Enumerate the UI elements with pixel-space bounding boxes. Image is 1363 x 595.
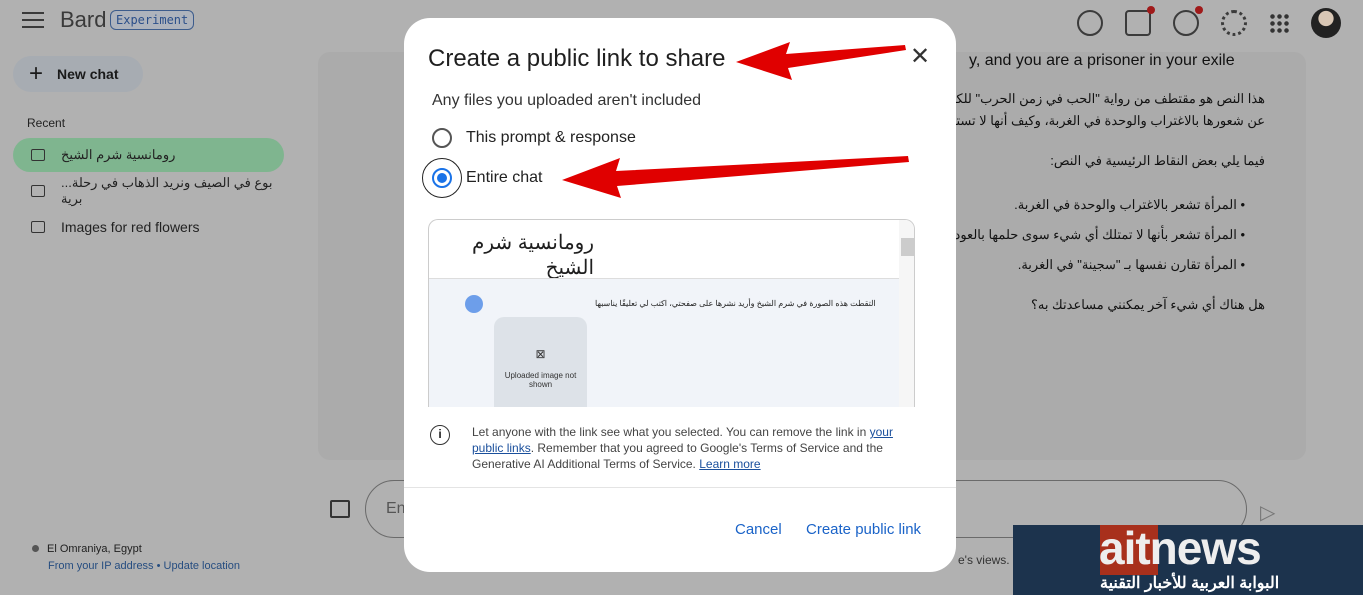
aitnews-watermark: aitnews البوابة العربية للأخبار التقنية bbox=[1013, 522, 1363, 595]
red-arrow-title bbox=[736, 42, 906, 80]
annotation-arrows bbox=[562, 42, 909, 198]
red-arrow-entire-chat bbox=[562, 156, 909, 198]
